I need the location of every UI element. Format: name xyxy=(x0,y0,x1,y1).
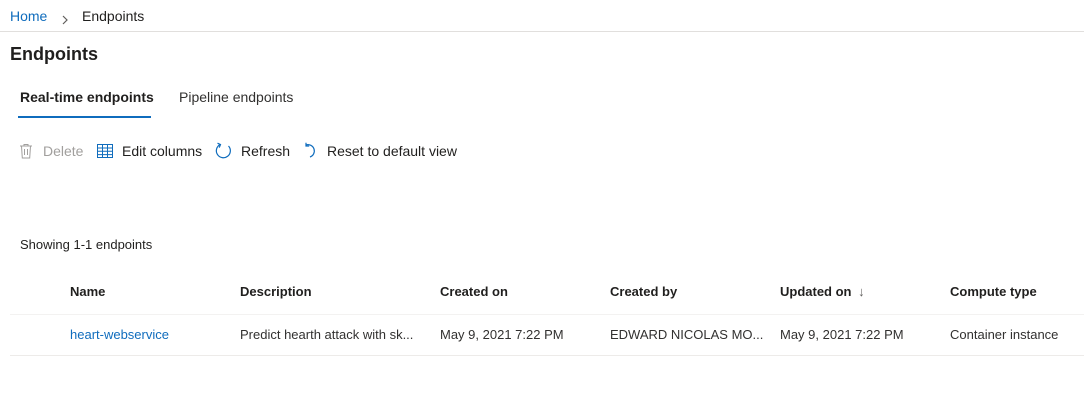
refresh-label: Refresh xyxy=(241,143,291,159)
cell-updated-on: May 9, 2021 7:22 PM xyxy=(780,327,904,342)
cell-created-on: May 9, 2021 7:22 PM xyxy=(440,327,564,342)
results-count: Showing 1-1 endpoints xyxy=(20,237,153,252)
column-header-description[interactable]: Description xyxy=(240,284,312,299)
delete-button[interactable]: Delete xyxy=(17,140,83,162)
refresh-icon xyxy=(215,142,233,160)
cell-compute-type: Container instance xyxy=(950,327,1059,342)
chevron-right-icon xyxy=(61,12,69,30)
edit-columns-label: Edit columns xyxy=(122,143,203,159)
endpoint-name-link[interactable]: heart-webservice xyxy=(70,327,169,342)
reset-to-default-view-button[interactable]: Reset to default view xyxy=(301,140,457,162)
breadcrumb-home-link[interactable]: Home xyxy=(10,8,47,24)
refresh-button[interactable]: Refresh xyxy=(215,140,290,162)
page-title: Endpoints xyxy=(10,44,98,64)
column-header-updated-on[interactable]: Updated on ↓ xyxy=(780,284,865,299)
delete-label: Delete xyxy=(43,143,84,159)
cell-description: Predict hearth attack with sk... xyxy=(240,327,414,342)
cell-created-by: EDWARD NICOLAS MO... xyxy=(610,327,764,342)
column-header-created-on[interactable]: Created on xyxy=(440,284,508,299)
table-columns-icon xyxy=(96,142,114,160)
tab-pipeline-endpoints[interactable]: Pipeline endpoints xyxy=(179,89,293,105)
tab-real-time-endpoints[interactable]: Real-time endpoints xyxy=(20,89,154,105)
active-tab-indicator xyxy=(18,116,151,118)
trash-icon xyxy=(17,142,35,160)
edit-columns-button[interactable]: Edit columns xyxy=(96,140,202,162)
undo-icon xyxy=(301,142,319,160)
column-header-updated-on-label: Updated on xyxy=(780,284,852,299)
column-header-name[interactable]: Name xyxy=(70,284,105,299)
breadcrumb-current: Endpoints xyxy=(82,8,145,24)
breadcrumb: Home Endpoints xyxy=(0,0,1084,32)
sort-descending-icon: ↓ xyxy=(858,284,865,299)
column-header-created-by[interactable]: Created by xyxy=(610,284,677,299)
column-header-compute-type[interactable]: Compute type xyxy=(950,284,1037,299)
reset-label: Reset to default view xyxy=(327,143,457,159)
